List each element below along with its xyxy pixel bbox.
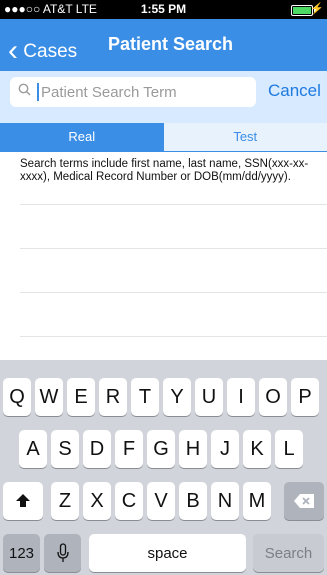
shift-key[interactable] xyxy=(3,482,43,520)
search-hint-text: Search terms include first name, last na… xyxy=(20,158,309,183)
key-b[interactable]: B xyxy=(179,482,207,520)
key-t[interactable]: T xyxy=(131,378,159,416)
key-f[interactable]: F xyxy=(115,430,143,468)
search-icon xyxy=(18,83,34,101)
key-h[interactable]: H xyxy=(179,430,207,468)
clock: 1:55 PM xyxy=(140,2,187,16)
delete-icon xyxy=(294,494,314,508)
search-field[interactable] xyxy=(10,77,256,107)
navigation-bar: ‹ Cases Patient Search xyxy=(0,19,327,71)
charging-icon: ⚡ xyxy=(310,3,324,15)
cancel-button[interactable]: Cancel xyxy=(268,81,321,101)
key-n[interactable]: N xyxy=(211,482,239,520)
space-key[interactable]: space xyxy=(89,534,246,572)
search-key[interactable]: Search xyxy=(253,534,324,572)
status-bar: ●●●○○ AT&T LTE 1:55 PM ⚡ xyxy=(0,0,327,19)
key-q[interactable]: Q xyxy=(3,378,31,416)
environment-segmented-control: Real Test xyxy=(0,123,327,152)
key-d[interactable]: D xyxy=(83,430,111,468)
segment-test[interactable]: Test xyxy=(163,123,327,151)
search-input[interactable] xyxy=(39,83,251,101)
key-p[interactable]: P xyxy=(291,378,319,416)
key-w[interactable]: W xyxy=(35,378,63,416)
back-button[interactable]: ‹ Cases xyxy=(8,31,78,67)
keyboard-row-4: 123 space Search xyxy=(0,534,327,572)
key-o[interactable]: O xyxy=(259,378,287,416)
divider xyxy=(20,336,327,337)
back-label: Cases xyxy=(23,41,78,62)
key-s[interactable]: S xyxy=(51,430,79,468)
key-e[interactable]: E xyxy=(67,378,95,416)
key-u[interactable]: U xyxy=(195,378,223,416)
keyboard-row-2: A S D F G H J K L xyxy=(0,430,327,468)
key-j[interactable]: J xyxy=(211,430,239,468)
numbers-key[interactable]: 123 xyxy=(3,534,40,572)
key-c[interactable]: C xyxy=(115,482,143,520)
key-g[interactable]: G xyxy=(147,430,175,468)
key-v[interactable]: V xyxy=(147,482,175,520)
keyboard-row-3: Z X C V B N M xyxy=(0,482,327,520)
key-i[interactable]: I xyxy=(227,378,255,416)
keyboard: Q W E R T Y U I O P A S D F G H J K L Z … xyxy=(0,360,327,575)
microphone-icon xyxy=(56,543,69,562)
key-a[interactable]: A xyxy=(19,430,47,468)
divider xyxy=(20,248,327,249)
key-r[interactable]: R xyxy=(99,378,127,416)
search-bar: Cancel xyxy=(0,71,327,124)
page-title: Patient Search xyxy=(108,34,234,54)
key-z[interactable]: Z xyxy=(51,482,79,520)
key-k[interactable]: K xyxy=(243,430,271,468)
key-m[interactable]: M xyxy=(243,482,271,520)
keyboard-row-1: Q W E R T Y U I O P xyxy=(0,378,327,416)
delete-key[interactable] xyxy=(284,482,324,520)
microphone-key[interactable] xyxy=(44,534,81,572)
key-l[interactable]: L xyxy=(275,430,303,468)
key-x[interactable]: X xyxy=(83,482,111,520)
divider xyxy=(20,292,327,293)
chevron-left-icon: ‹ xyxy=(8,34,18,67)
divider xyxy=(20,204,327,205)
segment-real[interactable]: Real xyxy=(0,123,164,151)
key-y[interactable]: Y xyxy=(163,378,191,416)
shift-icon xyxy=(16,494,30,507)
